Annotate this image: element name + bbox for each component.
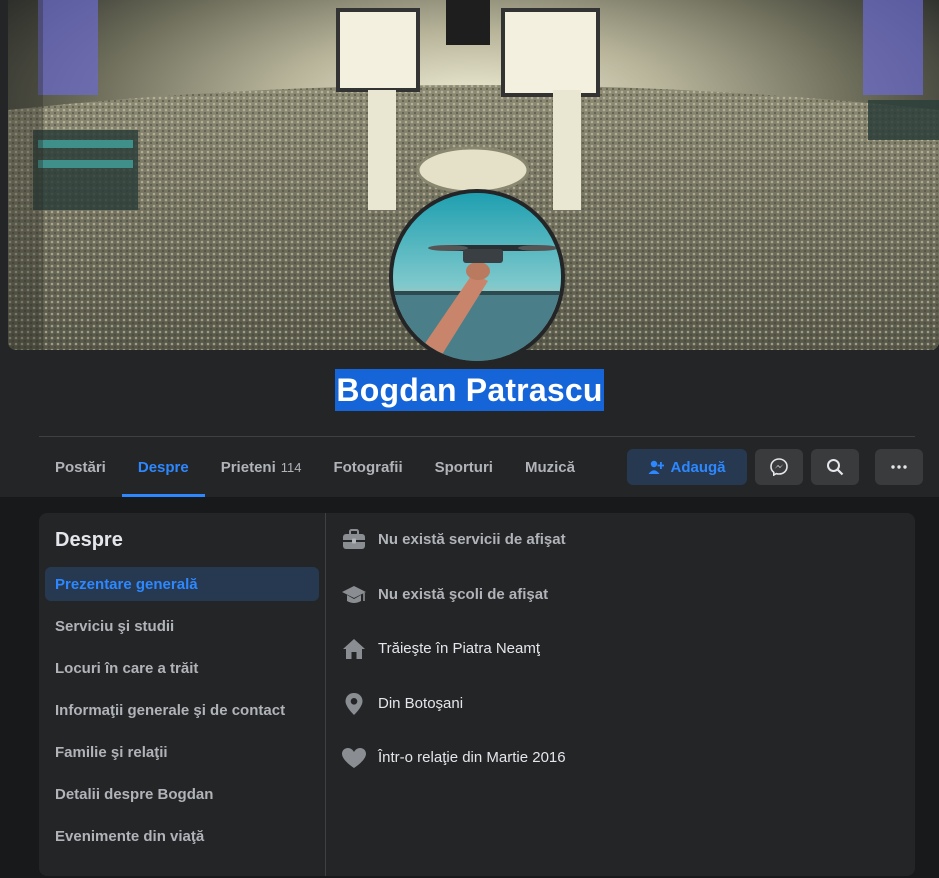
overview-item-hometown: Din Botoşani [341, 691, 901, 746]
overview-item-work: Nu există servicii de afişat [341, 527, 901, 582]
search-button[interactable] [811, 449, 859, 485]
overview-item-relationship: Într-o relaţie din Martie 2016 [341, 745, 901, 800]
add-friend-button[interactable]: Adaugă [627, 449, 747, 485]
more-dots-icon [891, 465, 907, 469]
add-friend-icon [648, 460, 665, 474]
tab-label: Despre [137, 458, 189, 476]
overview-item-text: Nu există servicii de afişat [378, 531, 566, 548]
tab-label: Postări [55, 458, 106, 476]
tab-friends[interactable]: Prieteni 114 [205, 447, 318, 487]
home-icon [341, 636, 367, 662]
location-pin-icon [341, 691, 367, 717]
graduation-cap-icon [341, 582, 367, 608]
profile-avatar[interactable] [393, 193, 561, 361]
overview-item-text: Nu există şcoli de afişat [378, 585, 549, 603]
about-section-details[interactable]: Detalii despre Bogdan [45, 777, 319, 811]
about-section-life-events[interactable]: Evenimente din viaţă [45, 819, 319, 853]
about-section-family-relationships[interactable]: Familie şi relaţii [45, 735, 319, 769]
add-friend-label: Adaugă [670, 458, 726, 476]
heart-icon [341, 745, 367, 771]
search-icon [827, 459, 844, 476]
messenger-icon [770, 458, 788, 476]
tab-sports[interactable]: Sporturi [419, 447, 509, 487]
about-section-places-lived[interactable]: Locuri în care a trăit [45, 651, 319, 685]
profile-tabs: Postări Despre Prieteni 114 Fotografii Sp… [39, 447, 591, 497]
tab-photos[interactable]: Fotografii [317, 447, 418, 487]
header-divider [39, 436, 915, 437]
tab-music[interactable]: Muzică [509, 447, 591, 487]
friends-count: 114 [280, 459, 302, 475]
overview-item-text: Trăieşte în Piatra Neamţ [378, 640, 541, 657]
overview-item-text: Din Botoşani [378, 694, 464, 712]
messenger-button[interactable] [755, 449, 803, 485]
about-section-contact-info[interactable]: Informaţii generale şi de contact [45, 693, 319, 727]
about-card: Despre Prezentare generală Serviciu şi s… [39, 513, 915, 876]
tab-label: Prieteni [220, 458, 276, 476]
overview-content: Nu există servicii de afişat Nu există ş… [341, 527, 901, 800]
profile-name: Bogdan Patrascu [335, 369, 604, 411]
tab-about[interactable]: Despre [121, 447, 205, 497]
more-options-button[interactable] [875, 449, 923, 485]
tab-label: Muzică [524, 458, 575, 476]
profile-actions: Adaugă [627, 449, 923, 485]
about-section-work-education[interactable]: Serviciu şi studii [45, 609, 319, 643]
about-title: Despre [55, 529, 123, 551]
overview-item-current-city: Trăieşte în Piatra Neamţ [341, 636, 901, 691]
tab-label: Fotografii [333, 458, 403, 476]
about-section-list: Prezentare generală Serviciu şi studii L… [45, 567, 319, 861]
briefcase-icon [341, 527, 367, 553]
overview-item-education: Nu există şcoli de afişat [341, 582, 901, 637]
overview-item-text: Într-o relaţie din Martie 2016 [378, 749, 566, 766]
about-section-overview[interactable]: Prezentare generală [45, 567, 319, 601]
about-sidebar: Despre Prezentare generală Serviciu şi s… [39, 513, 326, 876]
tab-label: Sporturi [434, 458, 493, 476]
tab-posts[interactable]: Postări [39, 447, 122, 487]
